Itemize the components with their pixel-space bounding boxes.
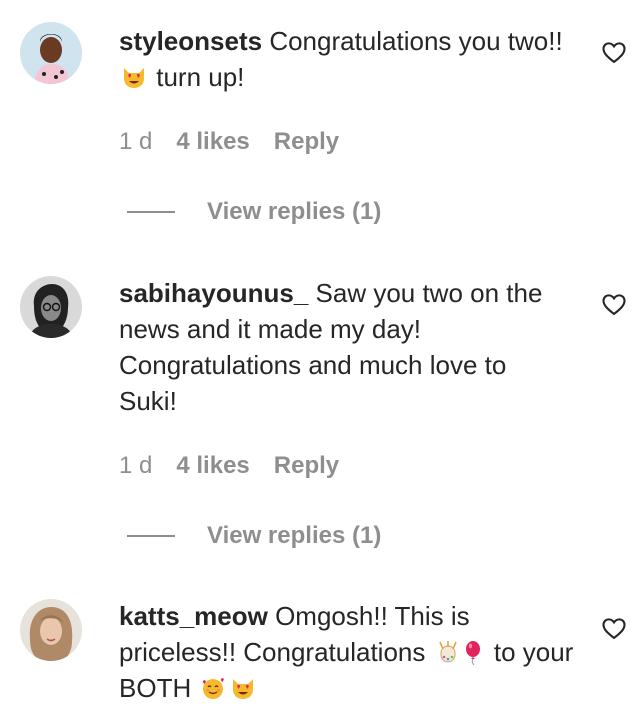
username-link[interactable]: katts_meow <box>119 601 268 631</box>
avatar-image-styleonsets <box>20 22 82 84</box>
view-replies-button[interactable]: View replies (1) <box>127 198 381 226</box>
likes-count[interactable]: 4 likes <box>176 128 249 156</box>
likes-count[interactable]: 4 likes <box>176 452 249 480</box>
view-replies-label: View replies (1) <box>207 198 382 225</box>
view-replies-label: View replies (1) <box>207 522 382 549</box>
avatar-image-katts-meow <box>20 599 82 661</box>
comment-time[interactable]: 1 d <box>119 128 152 156</box>
avatar-image-sabihayounus <box>20 276 82 338</box>
like-heart-icon[interactable] <box>600 290 628 318</box>
reply-button[interactable]: Reply <box>274 128 339 156</box>
smiling-face-with-hearts-icon <box>200 675 226 701</box>
comment-text-end: turn up! <box>156 62 245 92</box>
comment-text: Congratulations you two!! <box>269 26 563 56</box>
avatar[interactable] <box>20 276 82 338</box>
comment-body: styleonsets Congratulations you two!! tu… <box>119 23 579 95</box>
balloon-icon <box>459 639 485 665</box>
heart-eyes-cat-icon <box>230 675 256 701</box>
reply-button[interactable]: Reply <box>274 452 339 480</box>
confetti-ball-icon <box>435 639 461 665</box>
replies-divider-line <box>127 535 175 537</box>
comment-body: katts_meow Omgosh!! This is priceless!! … <box>119 598 589 706</box>
avatar[interactable] <box>20 22 82 84</box>
replies-divider-line <box>127 211 175 213</box>
heart-eyes-cat-icon <box>121 64 147 90</box>
comment-meta: 1 d 4 likes Reply <box>119 452 339 480</box>
comment-meta: 1 d 4 likes Reply <box>119 128 339 156</box>
like-heart-icon[interactable] <box>600 38 628 66</box>
avatar[interactable] <box>20 599 82 661</box>
username-link[interactable]: sabihayounus_ <box>119 278 308 308</box>
comment-body: sabihayounus_ Saw you two on the news an… <box>119 275 569 419</box>
view-replies-button[interactable]: View replies (1) <box>127 522 381 550</box>
comment-time[interactable]: 1 d <box>119 452 152 480</box>
username-link[interactable]: styleonsets <box>119 26 262 56</box>
like-heart-icon[interactable] <box>600 614 628 642</box>
